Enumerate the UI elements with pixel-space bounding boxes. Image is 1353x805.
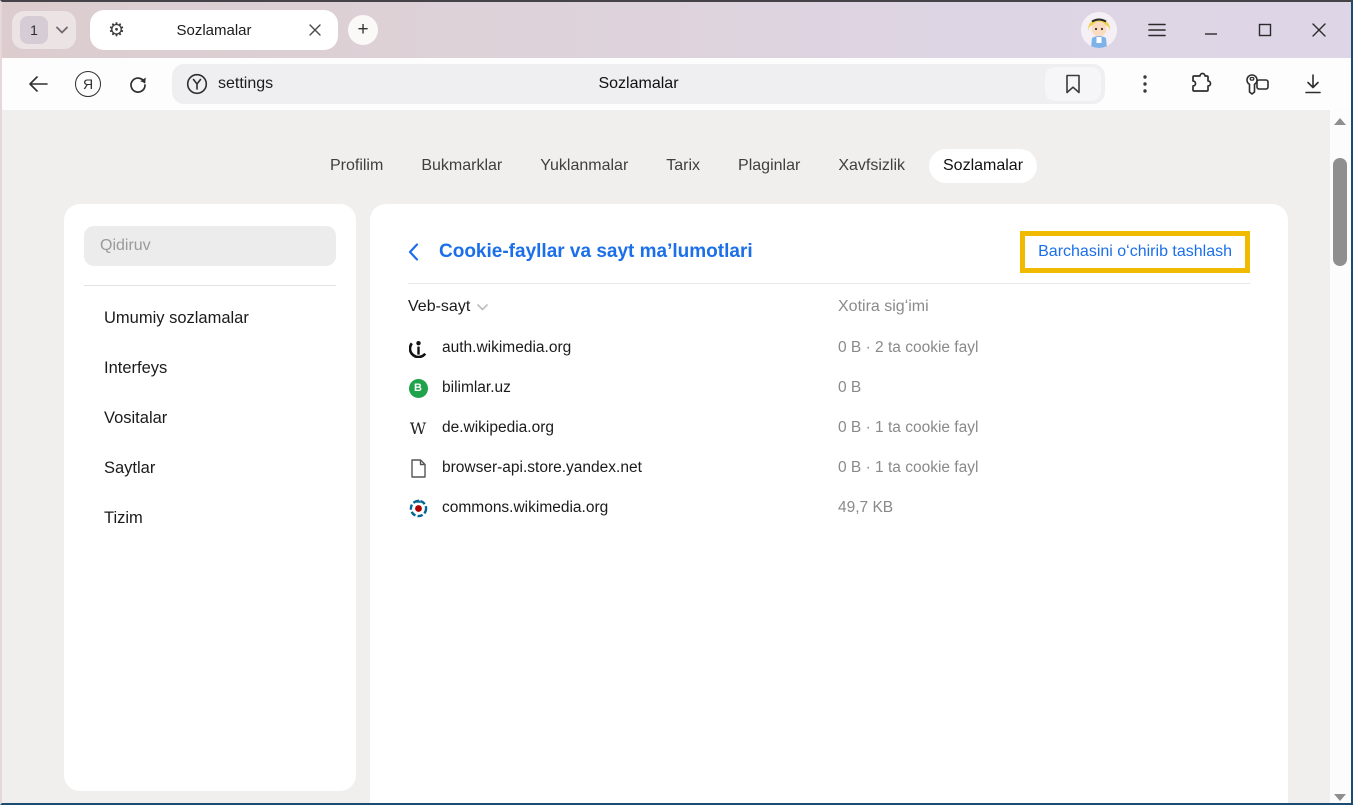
kebab-menu-icon[interactable]: [1121, 64, 1169, 104]
delete-all-button[interactable]: Barchasini oʻchirib tashlash: [1038, 243, 1232, 260]
tab-close-icon[interactable]: [304, 19, 326, 41]
highlight-annotation-box: Barchasini oʻchirib tashlash: [1020, 231, 1250, 273]
sidebar-item-interfeys[interactable]: Interfeys: [84, 348, 336, 389]
table-row[interactable]: browser-api.store.yandex.net 0 B · 1 ta …: [408, 448, 1250, 488]
page-title: Sozlamalar: [172, 75, 1105, 93]
back-chevron-icon[interactable]: [408, 243, 419, 261]
page-icon: [408, 458, 428, 478]
settings-page: Profilim Bukmarklar Yuklanmalar Tarix Pl…: [2, 110, 1351, 805]
password-manager-icon[interactable]: [1233, 64, 1281, 104]
user-avatar[interactable]: [1081, 12, 1117, 48]
wikimedia-icon: [408, 338, 428, 358]
address-bar[interactable]: settings Sozlamalar: [172, 64, 1105, 104]
tab-xavfsizlik[interactable]: Xavfsizlik: [824, 149, 919, 183]
site-size: 49,7 KB: [838, 499, 1250, 517]
panel-title: Cookie-fayllar va sayt ma’lumotlari: [439, 241, 753, 263]
header-divider: [408, 283, 1250, 284]
site-size: 0 B · 1 ta cookie fayl: [838, 419, 1250, 437]
site-domain: commons.wikimedia.org: [442, 499, 608, 517]
site-size: 0 B · 1 ta cookie fayl: [838, 459, 1250, 477]
sidebar-divider: [84, 285, 336, 286]
scroll-down-icon[interactable]: [1334, 794, 1346, 801]
tab-sozlamalar[interactable]: ⚙ Sozlamalar: [90, 10, 338, 50]
tab-sozlamalar-active[interactable]: Sozlamalar: [929, 149, 1037, 183]
tab-tarix[interactable]: Tarix: [652, 149, 714, 183]
toolbar: Я settings Sozlamalar: [2, 58, 1351, 110]
refresh-icon[interactable]: [116, 64, 160, 104]
downloads-icon[interactable]: [1289, 64, 1337, 104]
close-window-button[interactable]: [1305, 16, 1333, 44]
table-header: Veb-sayt Xotira sigʻimi: [408, 286, 1250, 328]
site-domain: de.wikipedia.org: [442, 419, 554, 437]
extensions-icon[interactable]: [1177, 64, 1225, 104]
tab-yuklanmalar[interactable]: Yuklanmalar: [526, 149, 642, 183]
bookmark-icon[interactable]: [1045, 67, 1101, 101]
menu-icon[interactable]: [1143, 16, 1171, 44]
page-scrollbar[interactable]: [1330, 110, 1351, 805]
tab-title: Sozlamalar: [90, 22, 338, 39]
tab-bukmarklar[interactable]: Bukmarklar: [407, 149, 516, 183]
sidebar-item-tizim[interactable]: Tizim: [84, 498, 336, 539]
tab-profilim[interactable]: Profilim: [316, 149, 397, 183]
yandex-logo-icon[interactable]: Я: [66, 64, 110, 104]
table-row[interactable]: W de.wikipedia.org 0 B · 1 ta cookie fay…: [408, 408, 1250, 448]
sidebar-item-saytlar[interactable]: Saytlar: [84, 448, 336, 489]
tab-plaginlar[interactable]: Plaginlar: [724, 149, 814, 183]
search-input[interactable]: [84, 226, 336, 266]
titlebar: 1 ⚙ Sozlamalar +: [2, 2, 1351, 58]
cookies-panel: Cookie-fayllar va sayt ma’lumotlari Barc…: [370, 204, 1288, 805]
table-row[interactable]: auth.wikimedia.org 0 B · 2 ta cookie fay…: [408, 328, 1250, 368]
maximize-button[interactable]: [1251, 16, 1279, 44]
new-tab-button[interactable]: +: [348, 15, 378, 45]
site-size: 0 B: [838, 379, 1250, 397]
browser-window: 1 ⚙ Sozlamalar +: [0, 0, 1353, 805]
wikipedia-icon: W: [408, 418, 428, 438]
sidebar-item-umumiy-sozlamalar[interactable]: Umumiy sozlamalar: [84, 298, 336, 339]
sort-chevron-icon[interactable]: [477, 304, 488, 311]
table-row[interactable]: commons.wikimedia.org 49,7 KB: [408, 488, 1250, 528]
site-domain: auth.wikimedia.org: [442, 339, 571, 357]
site-domain: bilimlar.uz: [442, 379, 511, 397]
settings-sidebar: Umumiy sozlamalar Interfeys Vositalar Sa…: [64, 204, 356, 791]
site-domain: browser-api.store.yandex.net: [442, 459, 642, 477]
minimize-button[interactable]: [1197, 16, 1225, 44]
settings-nav-tabs: Profilim Bukmarklar Yuklanmalar Tarix Pl…: [2, 110, 1351, 183]
column-size: Xotira sigʻimi: [838, 298, 1250, 316]
commons-icon: [408, 498, 428, 518]
scroll-up-icon[interactable]: [1334, 118, 1346, 125]
site-size: 0 B · 2 ta cookie fayl: [838, 339, 1250, 357]
tab-counter[interactable]: 1: [12, 11, 76, 49]
chevron-down-icon[interactable]: [56, 26, 68, 34]
column-site[interactable]: Veb-sayt: [408, 298, 838, 316]
tab-count-badge[interactable]: 1: [20, 16, 48, 44]
sidebar-item-vositalar[interactable]: Vositalar: [84, 398, 336, 439]
back-icon[interactable]: [16, 64, 60, 104]
scrollbar-thumb[interactable]: [1333, 158, 1347, 266]
bilimlar-icon: B: [408, 378, 428, 398]
table-row[interactable]: B bilimlar.uz 0 B: [408, 368, 1250, 408]
